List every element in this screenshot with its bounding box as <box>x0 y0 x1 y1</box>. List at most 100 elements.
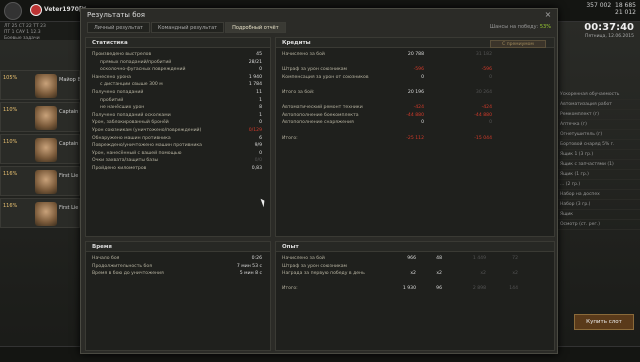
xp-value: 21 012 <box>615 9 636 16</box>
stat-value: 1 784 <box>248 82 262 88</box>
crew-rank: First Lie <box>59 173 79 179</box>
crew-member[interactable]: 116% First Lie <box>0 166 80 196</box>
tab-detailed[interactable]: Подробный отчёт <box>225 22 286 33</box>
time-value: 7 мин 53 с <box>236 263 262 269</box>
win-chance: Шансы на победу: 53% <box>490 24 551 30</box>
credit-value: -44 880 <box>406 112 424 118</box>
list-item[interactable]: Ремкомплект (г) <box>556 110 640 120</box>
crew-member[interactable]: 105% Майор В <box>0 70 81 100</box>
crew-member[interactable]: 110% Captain <box>0 134 80 164</box>
stat-row: Урон союзникам (уничтожено/повреждений) 0… <box>86 127 270 135</box>
stat-label: Нанесено урона <box>92 74 131 80</box>
crew-pct: 110% <box>3 107 18 113</box>
list-item[interactable]: Набор на доспех <box>556 190 640 200</box>
credit-label: Итого: <box>282 135 298 141</box>
time-label: Начало боя <box>92 256 120 261</box>
credit-row <box>276 127 554 135</box>
stat-value: 8 <box>259 105 262 111</box>
stat-strip: ЛТ 25 СТ 22 ТТ 23 ПТ 1 САУ 1 12.3 Боевые… <box>0 22 80 42</box>
crew-list: 105% Майор В 110% Captain 110% Captain 1… <box>0 70 81 230</box>
list-item[interactable]: Бортовой снаряд 5% г. <box>556 140 640 150</box>
list-item[interactable]: Осмотр (ст. рег.) <box>556 220 640 230</box>
list-item[interactable]: Ящик с запчастями (1) <box>556 160 640 170</box>
xp-value: 1 930 <box>402 286 416 292</box>
credit-value: 20 788 <box>407 52 424 57</box>
list-item[interactable]: Набор (3 гр.) <box>556 200 640 210</box>
list-item[interactable]: Аптечка (г) <box>556 120 640 130</box>
stat-label: Урон, нанесённый с вашей помощью <box>92 150 182 156</box>
crew-portrait-icon <box>35 106 57 130</box>
stat-value: 11 <box>256 89 262 95</box>
close-icon[interactable]: × <box>543 10 553 20</box>
stat-value: 0 <box>259 150 262 156</box>
xp-row: Награда за первую победу в день x2 x2 x2 x2 <box>276 270 554 278</box>
buy-slot-button[interactable]: Купить слот <box>574 314 634 330</box>
time-row: Время в бою до уничтожения 5 мин 8 с <box>86 270 270 278</box>
stat-value: 0 <box>259 120 262 126</box>
currency-readout: 357 002 18 685 21 012 <box>586 2 636 16</box>
credit-premium-value: -424 <box>481 105 492 111</box>
stats-panel: Статистика Произведено выстрелов 45 прямы… <box>85 37 271 237</box>
credit-row: Автопополнение снаряжения 0 0 <box>276 119 554 127</box>
list-item[interactable]: Огнетушитель (г) <box>556 130 640 140</box>
xp-row: Начислено за бой 966 48 1 449 72 <box>276 255 554 263</box>
credit-premium-value: 30 264 <box>475 89 492 95</box>
xp-label: Награда за первую победу в день <box>282 271 365 277</box>
xp-premium-value: x2 <box>480 271 486 277</box>
stat-value: 0/0 <box>254 158 262 164</box>
tab-bar: Личный результат Командный результат Под… <box>87 22 287 33</box>
credit-row: Штраф за урон союзникам -596 -596 <box>276 66 554 74</box>
xp-row: Штраф за урон союзникам <box>276 263 554 271</box>
crew-member[interactable]: 110% Captain <box>0 102 80 132</box>
credit-label: Компенсация за урон от союзников <box>282 74 369 80</box>
credit-value: 0 <box>421 120 424 126</box>
free-xp-value: 48 <box>436 256 442 261</box>
credit-row <box>276 97 554 105</box>
clan-emblem-icon[interactable] <box>4 2 22 20</box>
stat-value: 1 <box>259 97 262 103</box>
stat-row: Пройдено километров 0,83 <box>86 165 270 173</box>
dialog-title: Результаты боя <box>87 11 145 19</box>
combat-missions-label[interactable]: Боевые задачи <box>4 36 76 42</box>
time-label: Продолжительность боя <box>92 263 152 269</box>
tab-personal[interactable]: Личный результат <box>87 22 150 33</box>
stat-value: 0,83 <box>251 165 262 171</box>
win-chance-label: Шансы на победу: <box>489 24 539 30</box>
credit-value: 0 <box>421 74 424 80</box>
list-item[interactable]: Ящик 1 (3 гр.) <box>556 150 640 160</box>
premium-button[interactable]: С премиумом <box>490 40 546 48</box>
credits-panel: Кредиты С премиумом Начислено за бой 20 7… <box>275 37 555 237</box>
credit-value: -25 112 <box>406 135 424 141</box>
credit-premium-value: 0 <box>489 120 492 126</box>
stat-row: Получено попаданий осколками 1 <box>86 112 270 120</box>
credit-label: Автопополнение боекомплекта <box>282 112 359 118</box>
stat-label: не нанёсших урон <box>100 105 145 111</box>
credit-row <box>276 59 554 67</box>
list-item[interactable]: Ускоренная обучаемость <box>556 90 640 100</box>
stat-label: с дистанции свыше 300 м <box>100 82 163 88</box>
stat-label: Повреждено/уничтожено машин противника <box>92 143 202 149</box>
stat-row: Урон, заблокированный бронёй 0 <box>86 119 270 127</box>
equipment-list: Ускоренная обучаемость Автоматизация раб… <box>556 90 640 230</box>
list-item[interactable]: Ящик (1 гр.) <box>556 170 640 180</box>
stat-row: Повреждено/уничтожено машин противника 9/… <box>86 142 270 150</box>
list-item[interactable]: ... (2 гр.) <box>556 180 640 190</box>
list-item[interactable]: Автоматизация работ <box>556 100 640 110</box>
credit-row: Автопополнение боекомплекта -44 880 -44 88… <box>276 112 554 120</box>
credit-premium-value: 31 182 <box>475 52 492 57</box>
xp-value: 966 <box>407 256 416 261</box>
stat-value: 1 940 <box>248 74 262 80</box>
stat-value: 6 <box>259 135 262 141</box>
list-item[interactable]: Ящик <box>556 210 640 220</box>
tab-team[interactable]: Командный результат <box>150 22 225 33</box>
credit-label: Начислено за бой <box>282 52 325 57</box>
stat-row: прямых попаданий/пробитий 28/21 <box>86 59 270 67</box>
crew-member[interactable]: 116% First Lie <box>0 198 80 228</box>
crew-rank: First Lie <box>59 205 79 211</box>
crew-portrait-icon <box>35 170 57 194</box>
crew-portrait-icon <box>35 74 57 98</box>
credit-label: Автопополнение снаряжения <box>282 120 354 126</box>
xp-row: Итого: 1 930 96 2 898 144 <box>276 285 554 293</box>
stat-label: Пройдено километров <box>92 165 147 171</box>
xp-premium-value: 1 449 <box>472 256 486 261</box>
